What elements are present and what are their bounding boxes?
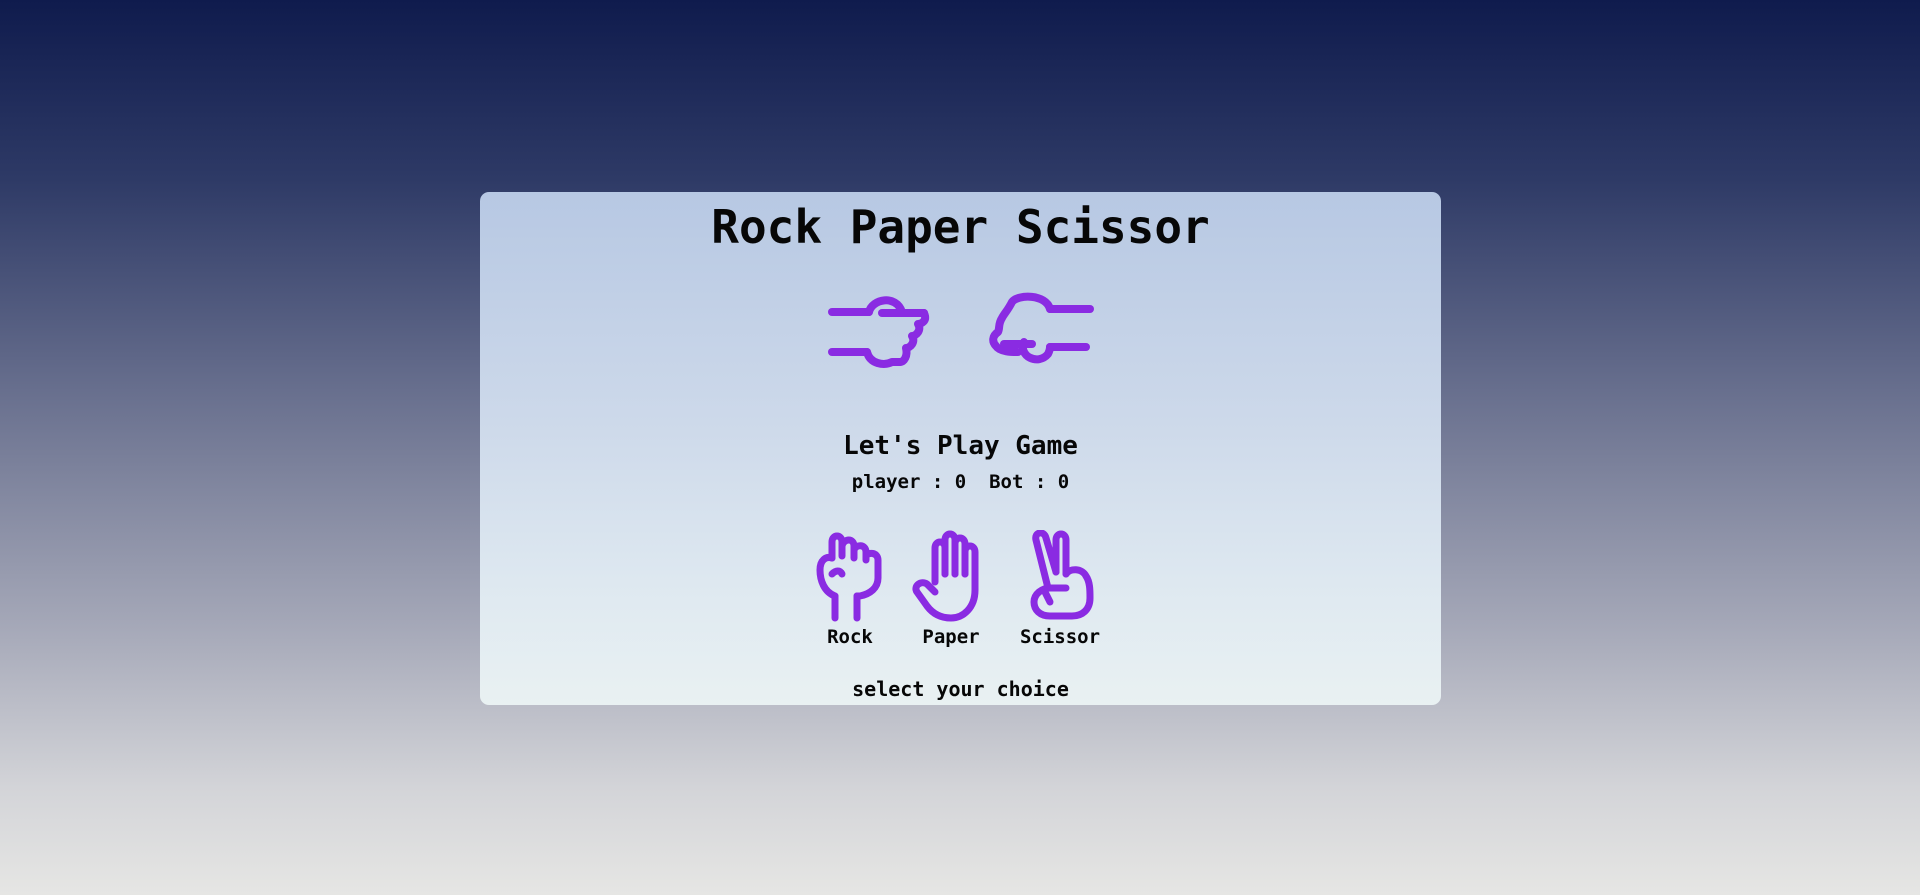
player-score-label: player : bbox=[851, 471, 955, 493]
paper-choice-label: Paper bbox=[922, 626, 980, 648]
status-message: select your choice bbox=[852, 677, 1069, 701]
bot-score-label: Bot : bbox=[989, 471, 1058, 493]
game-subtitle: Let's Play Game bbox=[843, 431, 1078, 461]
paper-choice-button[interactable]: Paper bbox=[901, 530, 1001, 660]
player-score-value: 0 bbox=[954, 471, 967, 493]
rock-choice-label: Rock bbox=[827, 626, 873, 648]
rock-hand-icon bbox=[816, 532, 882, 622]
fist-right-icon bbox=[828, 296, 930, 368]
game-card: Rock Paper Scissor Let's Play Game playe… bbox=[480, 192, 1441, 705]
game-title: Rock Paper Scissor bbox=[711, 200, 1210, 254]
fist-left-icon bbox=[989, 292, 1094, 364]
bot-score-value: 0 bbox=[1057, 471, 1070, 493]
scissor-choice-label: Scissor bbox=[1019, 626, 1101, 648]
scoreboard: player : 0 Bot : 0 bbox=[480, 471, 1441, 493]
scissor-hand-icon bbox=[1030, 530, 1094, 620]
choices-row: Rock Paper Scissor bbox=[480, 530, 1441, 660]
paper-hand-icon bbox=[912, 530, 979, 622]
duel-area bbox=[480, 284, 1441, 384]
rock-choice-button[interactable]: Rock bbox=[800, 530, 900, 660]
scissor-choice-button[interactable]: Scissor bbox=[1010, 530, 1110, 660]
